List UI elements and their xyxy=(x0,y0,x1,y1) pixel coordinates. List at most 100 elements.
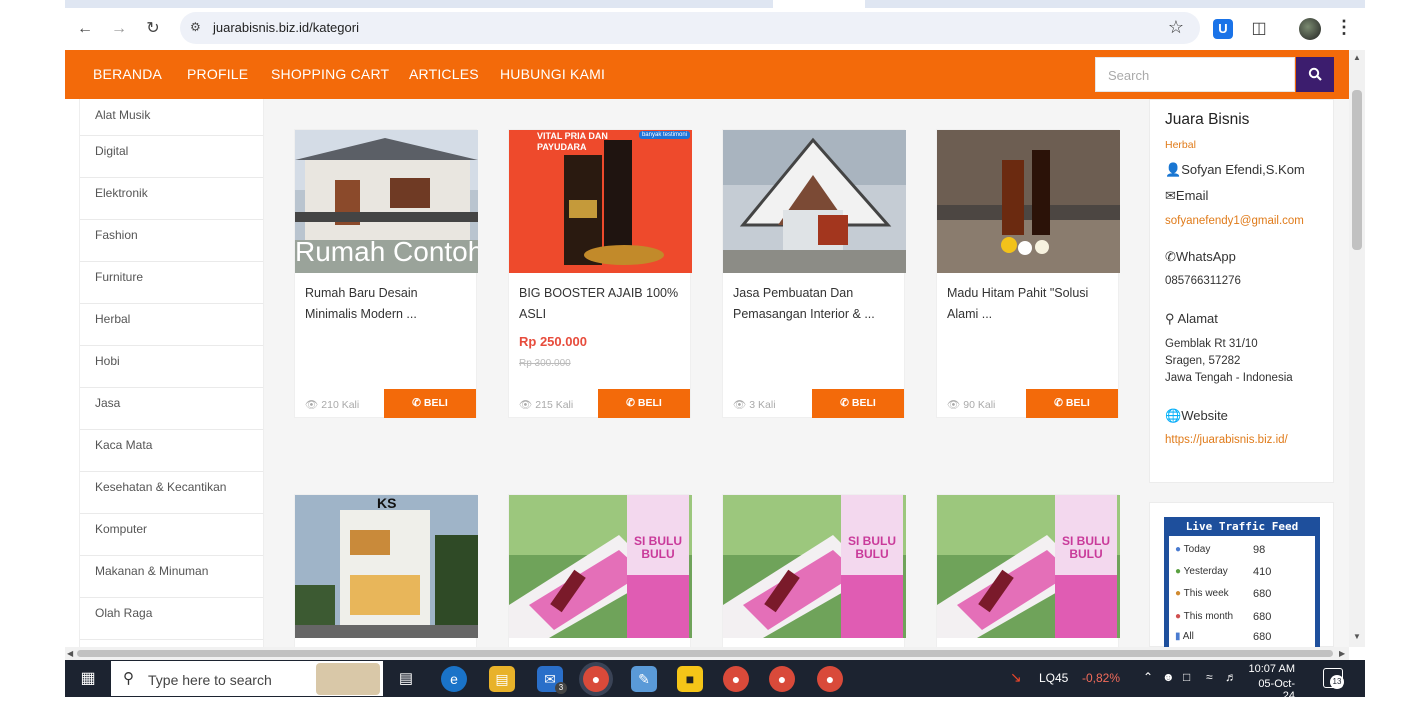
vertical-scroll-thumb[interactable] xyxy=(1352,90,1362,250)
tray-chevron-icon[interactable]: ⌃ xyxy=(1143,670,1153,684)
product-image[interactable]: Rumah Contoh xyxy=(295,130,478,273)
buy-button[interactable]: ✆ BELI xyxy=(598,389,690,418)
address-bar[interactable]: ⚙ juarabisnis.biz.id/kategori ☆ xyxy=(180,12,1200,44)
extensions-puzzle-icon[interactable]: ◫ xyxy=(1249,19,1269,39)
horizontal-scroll-thumb[interactable] xyxy=(77,650,1333,657)
product-image[interactable]: KS xyxy=(295,495,478,638)
email-link[interactable]: sofyanefendy1@gmail.com xyxy=(1165,215,1304,227)
scroll-up-arrow-icon[interactable]: ▲ xyxy=(1353,53,1361,62)
product-image[interactable]: SI BULU BULU xyxy=(937,495,1120,638)
product-title[interactable]: BIG BOOSTER AJAIB 100% ASLI xyxy=(519,283,684,325)
sticky-notes-icon[interactable]: ■ xyxy=(677,666,703,692)
clock[interactable]: 10:07 AM 05-Oct-24 xyxy=(1247,663,1295,702)
people-icon[interactable]: ☻ xyxy=(1162,670,1175,684)
product-card[interactable]: Madu Hitam Pahit "Solusi Alami ... 👁 90 … xyxy=(936,129,1120,418)
profile-avatar[interactable] xyxy=(1299,18,1321,40)
website-link[interactable]: https://juarabisnis.biz.id/ xyxy=(1165,434,1288,446)
chrome-icon[interactable]: ● xyxy=(583,666,609,692)
product-image-badge: banyak testimoni xyxy=(638,131,690,139)
product-card[interactable]: Jasa Pembuatan Dan Pemasangan Interior &… xyxy=(722,129,906,418)
product-title[interactable]: Rumah Baru Desain Minimalis Modern ... xyxy=(305,283,470,325)
map-marker-icon: ⚲ xyxy=(1165,311,1175,326)
scroll-down-arrow-icon[interactable]: ▼ xyxy=(1353,632,1361,641)
category-item[interactable]: Elektronik xyxy=(80,178,263,220)
category-item[interactable]: Jasa xyxy=(80,388,263,430)
live-traffic-feed[interactable]: Live Traffic Feed ● Today 98 ● Yesterday… xyxy=(1164,517,1320,647)
mail-icon[interactable]: ✉ 3 xyxy=(537,666,567,694)
vertical-scrollbar[interactable]: ▲ ▼ xyxy=(1349,50,1365,647)
scroll-right-arrow-icon[interactable]: ▶ xyxy=(1339,649,1345,658)
category-item[interactable]: Kaca Mata xyxy=(80,430,263,472)
product-title[interactable]: Madu Hitam Pahit "Solusi Alami ... xyxy=(947,283,1112,325)
notification-center-icon[interactable]: 13 xyxy=(1323,668,1344,689)
category-item[interactable]: Kesehatan & Kecantikan xyxy=(80,472,263,514)
nav-articles[interactable]: ARTICLES xyxy=(409,66,479,82)
chrome-icon[interactable]: ● xyxy=(817,666,843,692)
user-icon: 👤 xyxy=(1165,162,1182,177)
product-image[interactable]: VITAL PRIA DAN PAYUDARA banyak testimoni xyxy=(509,130,692,273)
chrome-icon[interactable]: ● xyxy=(723,666,749,692)
person-icon: ● xyxy=(1175,611,1182,622)
product-card[interactable]: VITAL PRIA DAN PAYUDARA banyak testimoni… xyxy=(508,129,692,418)
buy-button[interactable]: ✆ BELI xyxy=(1026,389,1118,418)
product-card[interactable]: SI BULU BULU xyxy=(936,494,1120,647)
site-info-icon[interactable]: ⚙ xyxy=(190,20,201,34)
traffic-label: Today xyxy=(1183,544,1211,555)
buy-button[interactable]: ✆ BELI xyxy=(812,389,904,418)
category-item[interactable]: Komputer xyxy=(80,514,263,556)
clock-time: 10:07 AM xyxy=(1248,663,1295,675)
search-button[interactable] xyxy=(1296,57,1334,92)
category-item[interactable]: Hobi xyxy=(80,346,263,388)
nav-shopping-cart[interactable]: SHOPPING CART xyxy=(271,66,389,82)
product-card[interactable]: Rumah Contoh Rumah Baru Desain Minimalis… xyxy=(294,129,478,418)
nav-hubungi-kami[interactable]: HUBUNGI KAMI xyxy=(500,66,605,82)
edge-browser-icon[interactable]: e xyxy=(441,666,467,692)
address-line: Gemblak Rt 31/10 xyxy=(1165,338,1258,350)
reload-icon[interactable]: ↻ xyxy=(142,18,164,40)
category-item[interactable]: Alat Musik xyxy=(80,99,263,136)
search-input[interactable]: Search xyxy=(1095,57,1295,92)
seller-category[interactable]: Herbal xyxy=(1165,139,1196,151)
product-image[interactable]: SI BULU BULU xyxy=(723,495,906,638)
category-item[interactable]: Digital xyxy=(80,136,263,178)
windows-start-icon[interactable]: ▦ xyxy=(75,666,101,692)
pen-app-icon[interactable]: ✎ xyxy=(631,666,657,692)
product-image[interactable] xyxy=(937,130,1120,273)
active-tab[interactable] xyxy=(773,0,865,8)
volume-icon[interactable]: ♬ xyxy=(1225,670,1237,684)
product-title[interactable]: Jasa Pembuatan Dan Pemasangan Interior &… xyxy=(733,283,898,325)
category-item[interactable]: Olah Raga xyxy=(80,598,263,640)
category-item[interactable]: Furniture xyxy=(80,262,263,304)
product-card[interactable]: KS xyxy=(294,494,478,647)
product-card[interactable]: SI BULU BULU xyxy=(508,494,692,647)
url-text[interactable]: juarabisnis.biz.id/kategori xyxy=(213,20,359,35)
traffic-row: ● This week xyxy=(1175,588,1229,599)
taskbar-search-box[interactable]: ⚲ Type here to search xyxy=(111,661,383,696)
buy-button[interactable]: ✆ BELI xyxy=(384,389,476,418)
nav-profile[interactable]: PROFILE xyxy=(187,66,248,82)
file-explorer-icon[interactable]: ▤ xyxy=(489,666,515,692)
category-item[interactable]: Makanan & Minuman xyxy=(80,556,263,598)
forward-icon[interactable]: → xyxy=(108,18,130,40)
browser-menu-icon[interactable]: ⋮ xyxy=(1335,17,1353,38)
extension-u-icon[interactable]: U xyxy=(1213,19,1233,39)
meet-icon[interactable]: □ xyxy=(1183,670,1190,684)
inactive-tab[interactable] xyxy=(65,0,773,8)
back-icon[interactable]: ← xyxy=(74,18,96,40)
nav-beranda[interactable]: BERANDA xyxy=(93,66,162,82)
product-image-text: SI BULU BULU xyxy=(848,534,896,561)
category-item[interactable]: Fashion xyxy=(80,220,263,262)
stock-widget[interactable]: ↘ LQ45 -0,82% xyxy=(1010,669,1125,689)
wifi-icon[interactable]: ≈ xyxy=(1206,670,1213,684)
bookmark-star-icon[interactable]: ☆ xyxy=(1168,17,1184,38)
top-navigation: BERANDA PROFILE SHOPPING CART ARTICLES H… xyxy=(65,50,1349,99)
scroll-left-arrow-icon[interactable]: ◀ xyxy=(67,649,73,658)
chrome-icon[interactable]: ● xyxy=(769,666,795,692)
category-item[interactable]: Herbal xyxy=(80,304,263,346)
horizontal-scrollbar[interactable]: ◀ ▶ xyxy=(65,647,1349,660)
product-image[interactable]: SI BULU BULU xyxy=(509,495,692,638)
whatsapp-icon: ✆ xyxy=(840,397,849,409)
product-image[interactable] xyxy=(723,130,906,273)
product-card[interactable]: SI BULU BULU xyxy=(722,494,906,647)
task-view-icon[interactable]: ▤ xyxy=(393,666,419,692)
